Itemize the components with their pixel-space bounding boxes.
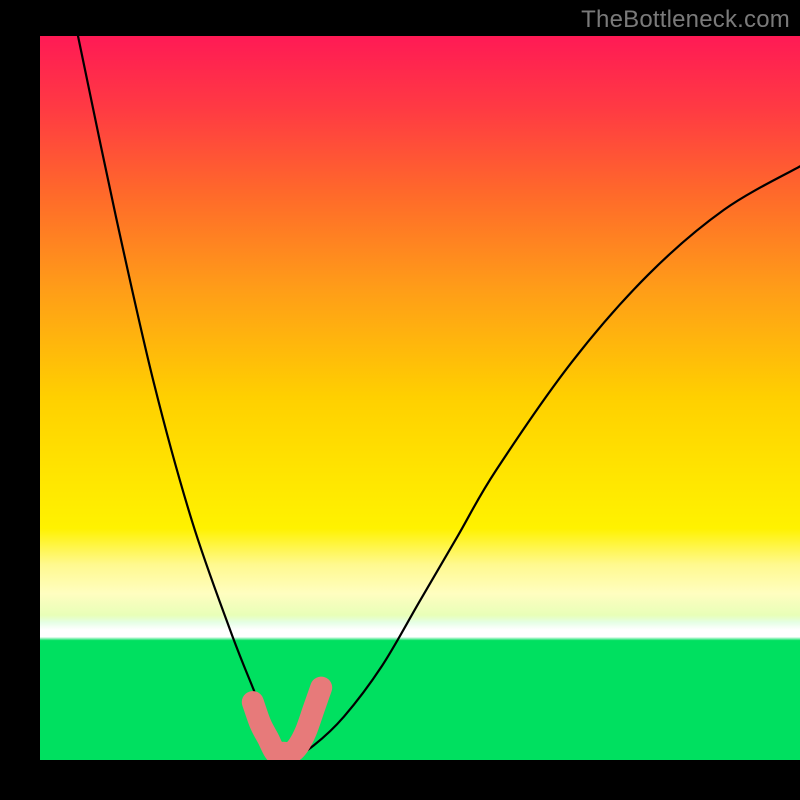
highlight-band — [40, 36, 800, 760]
plot-area — [40, 36, 800, 760]
chart-frame: TheBottleneck.com — [0, 0, 800, 800]
watermark-label: TheBottleneck.com — [581, 6, 790, 34]
